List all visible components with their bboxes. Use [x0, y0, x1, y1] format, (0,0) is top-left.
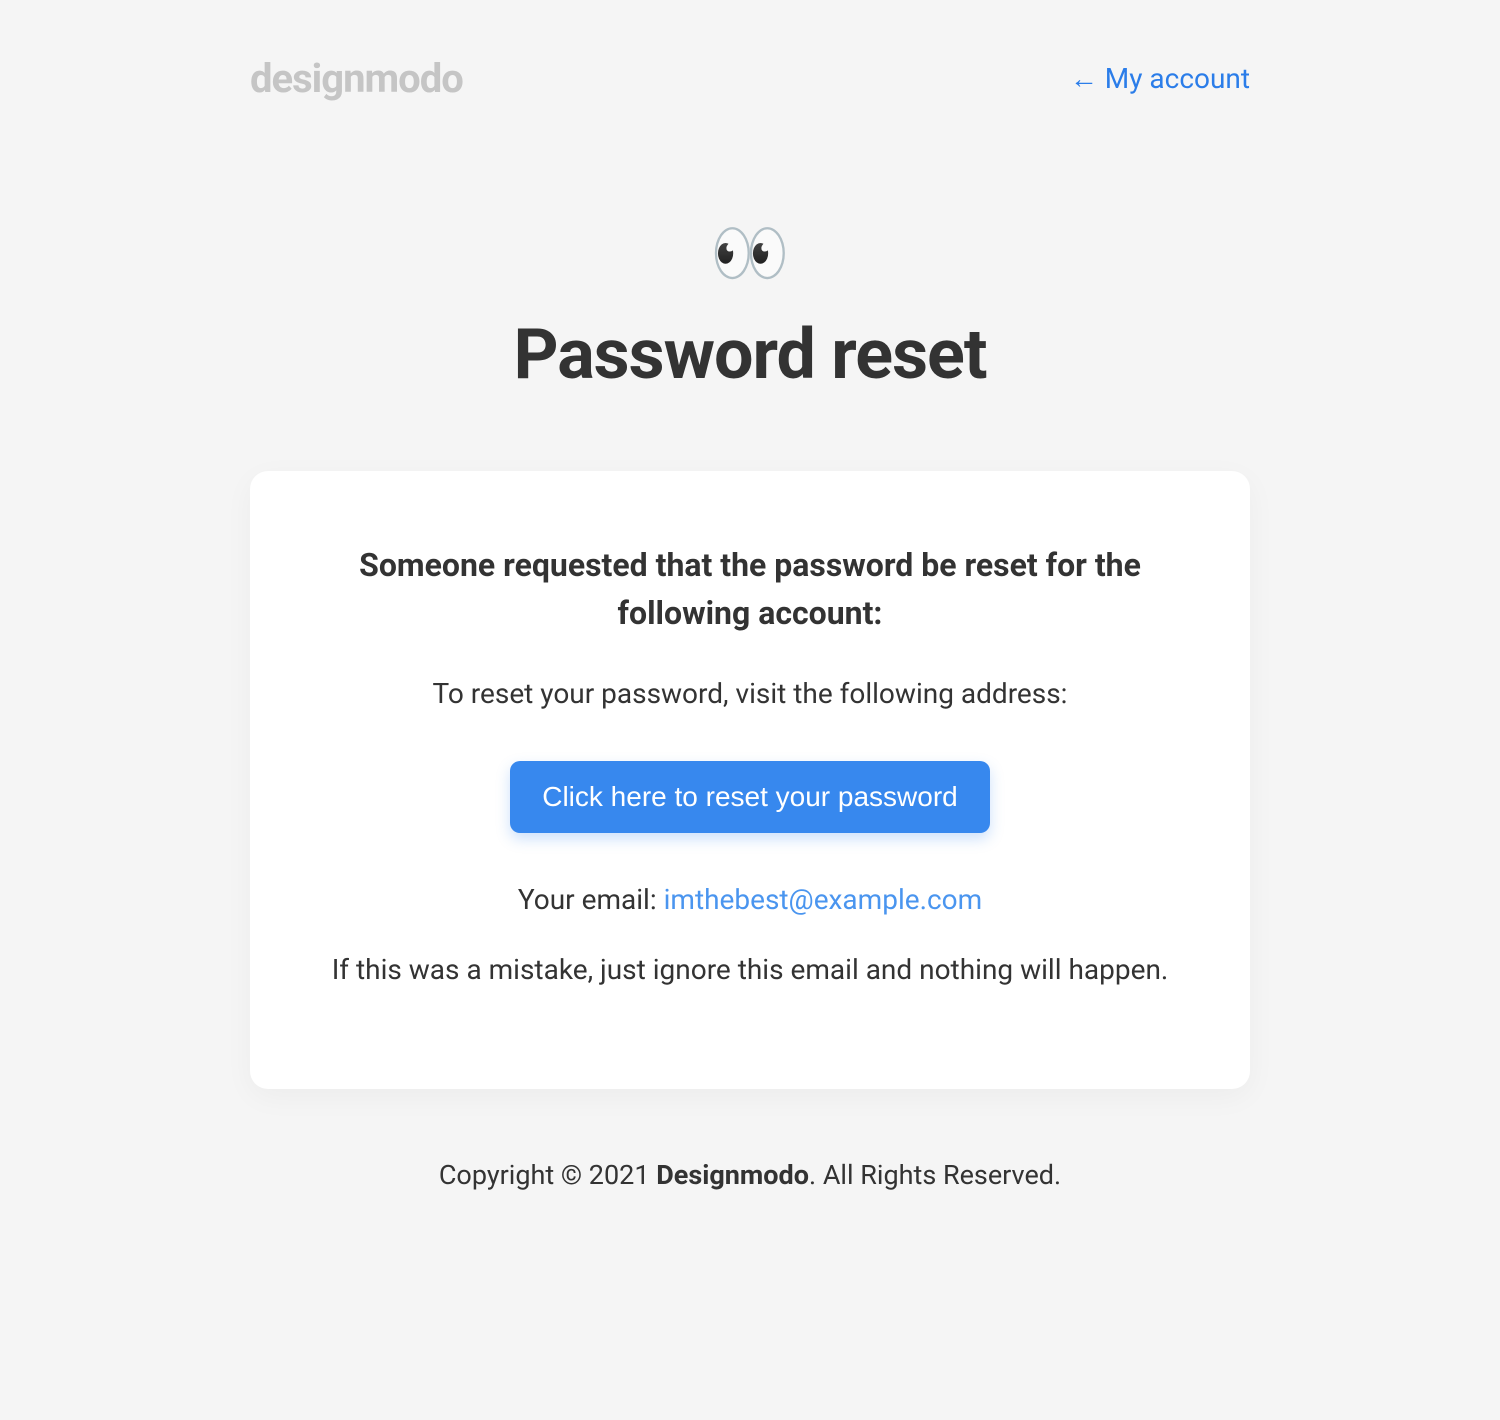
email-line: Your email: imthebest@example.com — [310, 879, 1190, 921]
copyright-prefix: Copyright © 2021 — [439, 1159, 656, 1191]
page-title: Password reset — [250, 314, 1250, 396]
my-account-link[interactable]: ← My account — [1070, 62, 1250, 95]
footer: Copyright © 2021 Designmodo. All Rights … — [250, 1159, 1250, 1251]
email-link[interactable]: imthebest@example.com — [664, 883, 983, 916]
hero-section: 👀 Password reset — [250, 222, 1250, 396]
reset-password-button[interactable]: Click here to reset your password — [510, 761, 990, 833]
footer-brand: Designmodo — [656, 1159, 809, 1191]
header: designmodo ← My account — [250, 0, 1250, 102]
instruction-text: To reset your password, visit the follow… — [310, 673, 1190, 715]
brand-logo: designmodo — [250, 55, 463, 102]
mistake-note: If this was a mistake, just ignore this … — [310, 949, 1190, 991]
copyright-suffix: . All Rights Reserved. — [809, 1159, 1061, 1191]
content-card: Someone requested that the password be r… — [250, 471, 1250, 1089]
card-heading: Someone requested that the password be r… — [310, 541, 1190, 637]
email-label: Your email: — [518, 883, 664, 916]
eyes-icon: 👀 — [250, 222, 1250, 286]
